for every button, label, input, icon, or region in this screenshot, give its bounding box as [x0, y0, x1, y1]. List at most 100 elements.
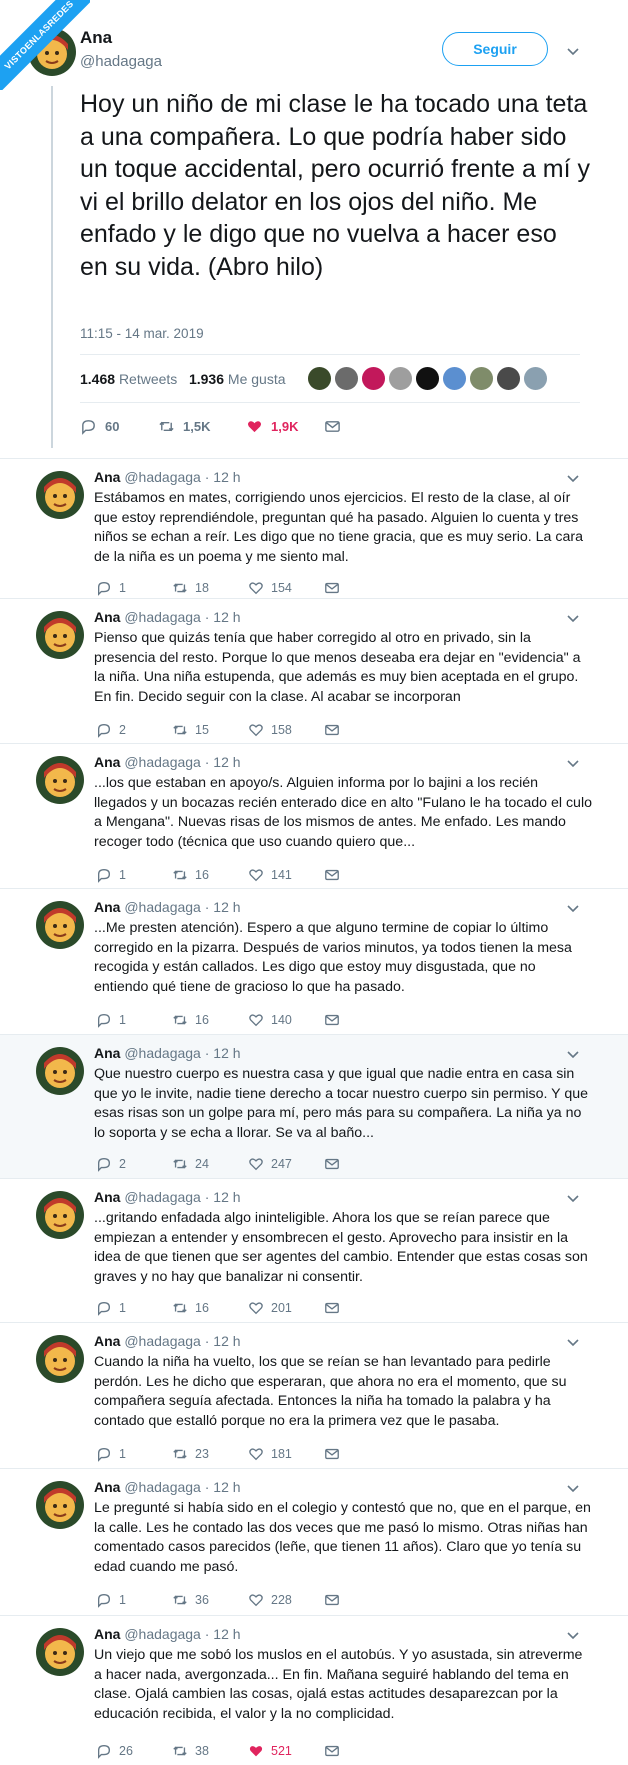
retweet-button[interactable]: 15 [172, 722, 248, 738]
liker-avatar[interactable] [497, 367, 520, 390]
heart-icon [247, 420, 262, 432]
reply-button[interactable]: 1 [96, 1300, 172, 1316]
reply-button[interactable]: 2 [96, 1156, 172, 1172]
message-button[interactable] [324, 722, 347, 738]
message-button[interactable] [324, 1743, 347, 1759]
retweet-button[interactable]: 38 [172, 1743, 248, 1759]
message-button[interactable] [324, 580, 347, 596]
reply-tweet[interactable]: Ana @hadagaga · 12 h Estábamos en mates, … [0, 458, 628, 598]
liker-avatar[interactable] [335, 367, 358, 390]
message-button[interactable] [324, 418, 349, 435]
reply-author[interactable]: Ana @hadagaga · 12 h [94, 1333, 241, 1349]
reply-author[interactable]: Ana @hadagaga · 12 h [94, 754, 241, 770]
liker-avatar[interactable] [443, 367, 466, 390]
chevron-down-icon[interactable] [566, 1335, 580, 1349]
reply-meta: @hadagaga · 12 h [124, 754, 241, 770]
avatar[interactable] [36, 756, 84, 804]
like-button[interactable]: 158 [248, 722, 324, 738]
reply-author[interactable]: Ana @hadagaga · 12 h [94, 1479, 241, 1495]
liker-avatar[interactable] [416, 367, 439, 390]
reply-button[interactable]: 1 [96, 1446, 172, 1462]
reply-tweet[interactable]: Ana @hadagaga · 12 h Pienso que quizás te… [0, 598, 628, 743]
reply-tweet[interactable]: Ana @hadagaga · 12 h Que nuestro cuerpo e… [0, 1034, 628, 1178]
message-button[interactable] [324, 867, 347, 883]
like-button[interactable]: 247 [248, 1156, 324, 1172]
like-count[interactable]: 1.936 [189, 371, 224, 387]
avatar[interactable] [36, 611, 84, 659]
retweet-button[interactable]: 24 [172, 1156, 248, 1172]
message-button[interactable] [324, 1300, 347, 1316]
chevron-down-icon[interactable] [566, 1628, 580, 1642]
reply-tweet[interactable]: Ana @hadagaga · 12 h ...Me presten atenci… [0, 888, 628, 1034]
reply-tweet[interactable]: Ana @hadagaga · 12 h ...gritando enfadada… [0, 1178, 628, 1322]
avatar[interactable] [36, 1628, 84, 1676]
chevron-down-icon[interactable] [566, 1191, 580, 1205]
retweet-button[interactable]: 36 [172, 1592, 248, 1608]
chevron-down-icon[interactable] [566, 471, 580, 485]
reply-button[interactable]: 60 [80, 418, 158, 435]
chevron-down-icon[interactable] [566, 901, 580, 915]
retweet-count[interactable]: 1.468 [80, 371, 115, 387]
avatar[interactable] [36, 1481, 84, 1529]
like-button[interactable]: 141 [248, 867, 324, 883]
reply-author[interactable]: Ana @hadagaga · 12 h [94, 1189, 241, 1205]
reply-author[interactable]: Ana @hadagaga · 12 h [94, 609, 241, 625]
like-button[interactable]: 1,9K [246, 418, 324, 435]
chevron-down-icon[interactable] [566, 44, 580, 58]
author-handle[interactable]: @hadagaga [80, 53, 162, 70]
reply-icon [98, 1593, 111, 1608]
retweet-button[interactable]: 18 [172, 580, 248, 596]
chevron-down-icon[interactable] [566, 1481, 580, 1495]
reply-button[interactable]: 1 [96, 867, 172, 883]
avatar[interactable] [36, 901, 84, 949]
reply-author[interactable]: Ana @hadagaga · 12 h [94, 899, 241, 915]
reply-author-name: Ana [94, 1479, 121, 1495]
reply-author[interactable]: Ana @hadagaga · 12 h [94, 1626, 241, 1642]
liker-avatar[interactable] [389, 367, 412, 390]
retweet-button[interactable]: 16 [172, 1300, 248, 1316]
avatar[interactable] [36, 1335, 84, 1383]
retweet-icon [173, 870, 187, 880]
reply-tweet[interactable]: Ana @hadagaga · 12 h Le pregunté si había… [0, 1468, 628, 1615]
retweet-button[interactable]: 16 [172, 867, 248, 883]
avatar[interactable] [36, 1191, 84, 1239]
reply-button[interactable]: 26 [96, 1743, 172, 1759]
message-button[interactable] [324, 1592, 347, 1608]
like-button[interactable]: 521 [248, 1743, 324, 1759]
chevron-down-icon[interactable] [566, 756, 580, 770]
like-button[interactable]: 154 [248, 580, 324, 596]
tweet-timestamp[interactable]: 11:15 - 14 mar. 2019 [80, 326, 204, 341]
like-button[interactable]: 140 [248, 1012, 324, 1028]
reply-author[interactable]: Ana @hadagaga · 12 h [94, 1045, 241, 1061]
retweet-button[interactable]: 1,5K [158, 418, 246, 435]
message-button[interactable] [324, 1012, 347, 1028]
reply-tweet[interactable]: Ana @hadagaga · 12 h ...los que estaban e… [0, 743, 628, 888]
reply-tweet[interactable]: Ana @hadagaga · 12 h Un viejo que me sobó… [0, 1615, 628, 1765]
message-button[interactable] [324, 1156, 347, 1172]
retweet-icon [173, 1746, 187, 1756]
like-button[interactable]: 228 [248, 1592, 324, 1608]
liker-avatar[interactable] [470, 367, 493, 390]
reply-button[interactable]: 1 [96, 1592, 172, 1608]
reply-author[interactable]: Ana @hadagaga · 12 h [94, 469, 241, 485]
reply-tweet[interactable]: Ana @hadagaga · 12 h Cuando la niña ha vu… [0, 1322, 628, 1468]
reply-button[interactable]: 1 [96, 1012, 172, 1028]
chevron-down-icon[interactable] [566, 611, 580, 625]
liker-avatars[interactable] [308, 367, 547, 391]
message-button[interactable] [324, 1446, 347, 1462]
like-button[interactable]: 181 [248, 1446, 324, 1462]
like-label[interactable]: Me gusta [228, 371, 286, 387]
retweet-button[interactable]: 16 [172, 1012, 248, 1028]
liker-avatar[interactable] [362, 367, 385, 390]
chevron-down-icon[interactable] [566, 1047, 580, 1061]
liker-avatar[interactable] [524, 367, 547, 390]
reply-button[interactable]: 2 [96, 722, 172, 738]
retweet-button[interactable]: 23 [172, 1446, 248, 1462]
avatar[interactable] [36, 1047, 84, 1095]
retweet-label[interactable]: Retweets [119, 371, 177, 387]
follow-button[interactable]: Seguir [442, 32, 548, 66]
like-button[interactable]: 201 [248, 1300, 324, 1316]
reply-button[interactable]: 1 [96, 580, 172, 596]
avatar[interactable] [36, 471, 84, 519]
liker-avatar[interactable] [308, 367, 331, 390]
